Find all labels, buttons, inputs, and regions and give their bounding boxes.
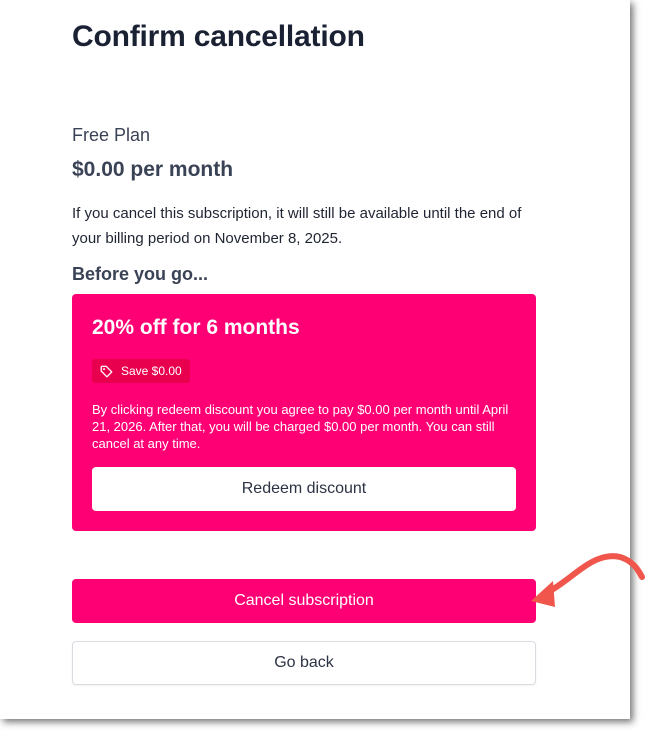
plan-name: Free Plan <box>72 125 151 145</box>
redeem-discount-button[interactable]: Redeem discount <box>92 467 516 511</box>
save-badge-label: Save $0.00 <box>121 364 182 378</box>
annotation-arrow-icon <box>531 553 645 607</box>
offer-title: 20% off for 6 months <box>92 316 300 339</box>
tag-icon <box>100 365 113 378</box>
plan-price: $0.00 per month <box>72 158 234 181</box>
retention-offer-card: 20% off for 6 months Save $0.00 By click… <box>72 294 536 531</box>
offer-terms: By clicking redeem discount you agree to… <box>92 402 509 451</box>
before-you-go-heading: Before you go... <box>72 264 209 284</box>
go-back-button[interactable]: Go back <box>72 641 536 685</box>
page-title: Confirm cancellation <box>72 20 365 53</box>
cancel-subscription-button[interactable]: Cancel subscription <box>72 579 536 623</box>
cancellation-info-text: If you cancel this subscription, it will… <box>72 205 522 247</box>
save-badge: Save $0.00 <box>92 359 190 383</box>
